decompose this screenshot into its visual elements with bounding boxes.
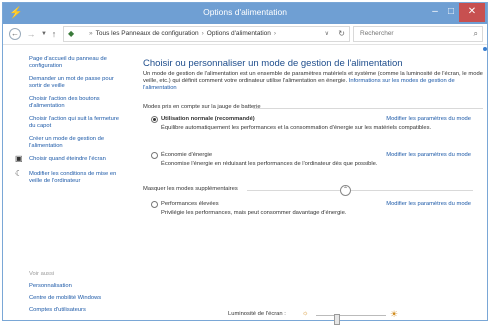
back-icon[interactable]: ← [9, 28, 21, 40]
plan-balanced-settings-link[interactable]: Modifier les paramètres du mode [386, 116, 471, 122]
up-icon[interactable]: ↑ [48, 28, 60, 40]
sidebar: Page d'accueil du panneau de configurati… [3, 46, 131, 320]
search-icon[interactable]: ⌕ [474, 27, 478, 41]
breadcrumb-separator[interactable]: » [89, 30, 93, 37]
plan-high-performance-settings-link[interactable]: Modifier les paramètres du mode [386, 201, 471, 207]
brightness-control: Luminosité de l'écran : ☼ ☀ [228, 309, 408, 325]
sidebar-link-power-buttons[interactable]: Choisir l'action des boutons d'alimentat… [29, 96, 127, 110]
page-title: Choisir ou personnaliser un mode de gest… [143, 58, 403, 69]
address-history-icon[interactable]: ∨ [325, 27, 329, 41]
plan-balanced-radio[interactable] [151, 116, 158, 123]
plan-high-performance-description: Privilégie les performances, mais peut c… [161, 210, 347, 216]
scroll-indicator[interactable] [483, 47, 487, 51]
brightness-high-icon: ☀ [390, 309, 399, 319]
window-title: Options d'alimentation [203, 7, 287, 17]
plan-balanced-description: Équilibre automatiquement les performanc… [161, 125, 432, 131]
sidebar-link-personalization[interactable]: Personnalisation [29, 283, 127, 290]
close-button[interactable]: ✕ [459, 3, 485, 22]
breadcrumb-separator[interactable]: › [274, 30, 276, 37]
breadcrumb-separator[interactable]: › [202, 30, 204, 37]
see-also-heading: Voir aussi [29, 271, 55, 277]
plan-power-saver-name[interactable]: Économie d'énergie [161, 152, 212, 158]
sidebar-link-home[interactable]: Page d'accueil du panneau de configurati… [29, 56, 127, 70]
control-panel-icon: ◆ [68, 29, 75, 38]
search-field[interactable]: ⌕ [353, 26, 483, 42]
breadcrumb-item[interactable]: Options d'alimentation [207, 30, 271, 37]
breadcrumb-item[interactable]: Tous les Panneaux de configuration [96, 30, 199, 37]
intro-text: Un mode de gestion de l'alimentation est… [143, 71, 483, 92]
group-divider [247, 190, 473, 191]
plan-power-saver-radio[interactable] [151, 152, 158, 159]
address-bar: ← → ▼ ↑ ◆ » Tous les Panneaux de configur… [3, 24, 487, 45]
sidebar-link-sleep[interactable]: Modifier les conditions de mise en veill… [29, 171, 127, 185]
plan-power-saver-settings-link[interactable]: Modifier les paramètres du mode [386, 152, 471, 158]
maximize-button[interactable]: □ [441, 3, 461, 22]
address-field[interactable]: ◆ » Tous les Panneaux de configuration › Op… [63, 26, 350, 42]
search-input[interactable] [358, 29, 462, 38]
plan-high-performance-name[interactable]: Performances élevées [161, 201, 219, 207]
sidebar-link-lid-action[interactable]: Choisir l'action qui suit la fermeture d… [29, 116, 127, 130]
plan-high-performance-radio[interactable] [151, 201, 158, 208]
plan-balanced-name[interactable]: Utilisation normale (recommandé) [161, 116, 255, 122]
sidebar-link-mobility-center[interactable]: Centre de mobilité Windows [29, 295, 127, 302]
sidebar-link-create-plan[interactable]: Créer un mode de gestion de l'alimentati… [29, 136, 127, 150]
brightness-slider-thumb[interactable] [334, 314, 340, 325]
sidebar-link-display-off[interactable]: Choisir quand éteindre l'écran [29, 156, 127, 163]
brightness-slider-track[interactable] [316, 314, 386, 325]
power-options-window: ⚡ Options d'alimentation – □ ✕ ← → ▼ ↑ ◆… [2, 2, 488, 325]
extra-plans-label[interactable]: Masquer les modes supplémentaires [143, 186, 238, 192]
title-bar[interactable]: ⚡ Options d'alimentation – □ ✕ [3, 3, 487, 24]
refresh-icon[interactable]: ↻ [338, 27, 345, 41]
group-divider [253, 108, 483, 109]
brightness-low-icon: ☼ [302, 310, 309, 317]
sidebar-link-wake-password[interactable]: Demander un mot de passe pour sortir de … [29, 76, 127, 90]
forward-icon[interactable]: → [25, 28, 37, 40]
brightness-label: Luminosité de l'écran : [228, 311, 286, 317]
display-icon: ▣ [15, 154, 23, 163]
breadcrumb: » Tous les Panneaux de configuration › Opti… [86, 27, 279, 41]
plan-power-saver-description: Économise l'énergie en réduisant les per… [161, 161, 378, 167]
collapse-extra-plans-button[interactable]: ⌃ [340, 185, 351, 196]
sidebar-link-user-accounts[interactable]: Comptes d'utilisateurs [29, 307, 127, 314]
battery-group-label: Modes pris en compte sur la jauge de bat… [143, 104, 261, 110]
moon-icon: ☾ [15, 169, 23, 178]
